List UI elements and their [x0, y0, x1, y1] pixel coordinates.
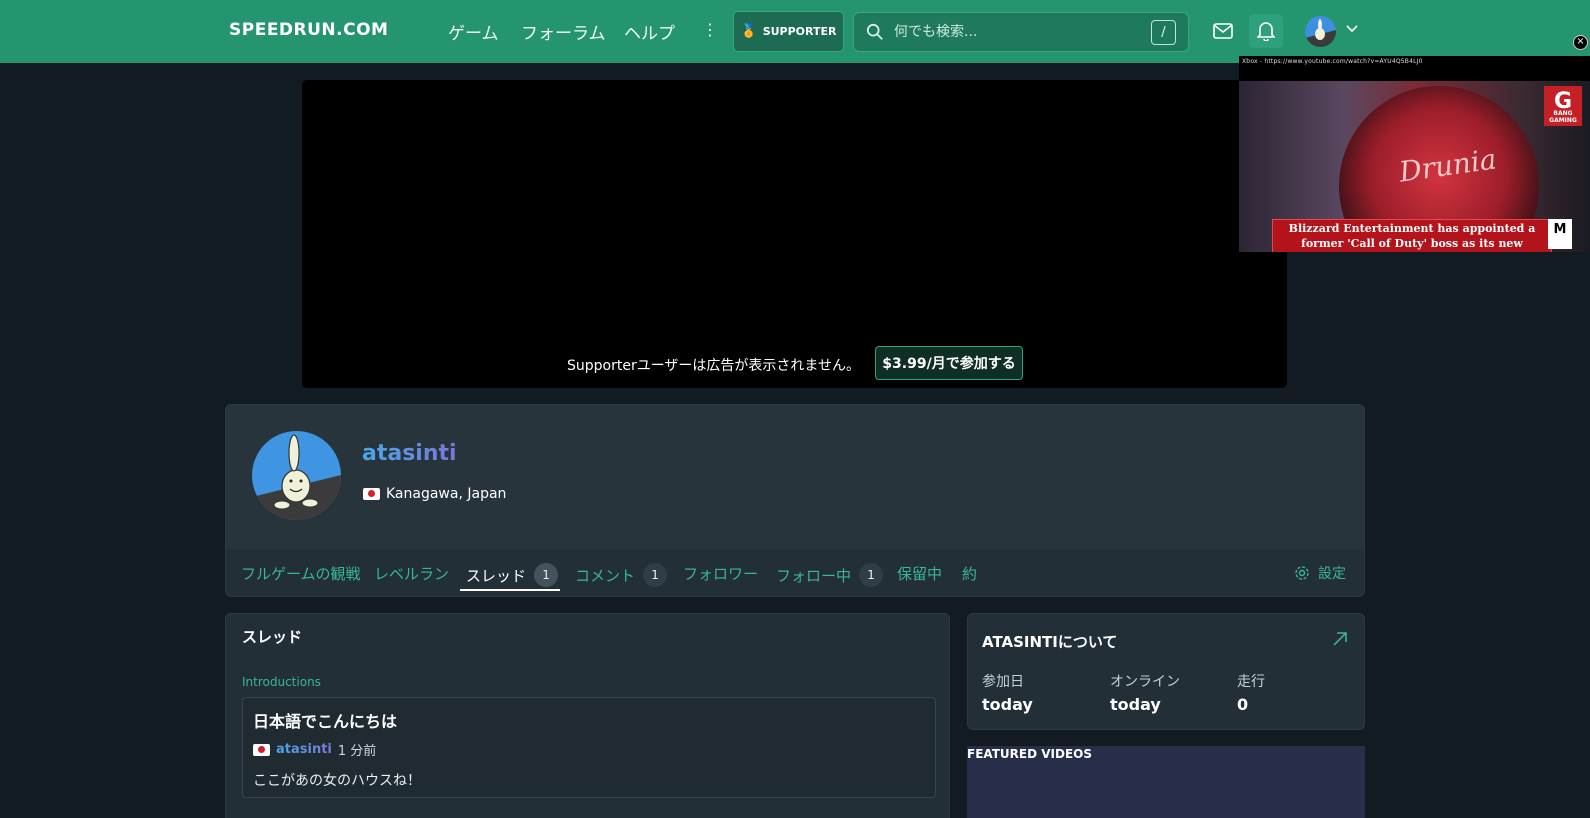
search-input[interactable]	[894, 19, 1134, 45]
profile-card: atasinti Kanagawa, Japan フルゲームの観戦 レベルラン …	[225, 404, 1365, 597]
mail-icon[interactable]	[1206, 14, 1240, 48]
notifications-bell-icon[interactable]	[1249, 14, 1283, 48]
supporter-button[interactable]: 🏅 SUPPORTER	[733, 11, 844, 52]
settings-link[interactable]: 設定	[1294, 563, 1346, 583]
search-bar[interactable]: /	[853, 12, 1189, 52]
featured-videos-panel: FEATURED VIDEOS	[967, 746, 1365, 818]
supporter-label: SUPPORTER	[762, 25, 837, 38]
video-frame: Drunia G BANG GAMING Blizzard Entertainm…	[1239, 81, 1590, 252]
active-tab-indicator	[460, 589, 560, 591]
profile-header: atasinti Kanagawa, Japan	[226, 405, 1364, 549]
thread-excerpt: ここがあの女のハウスね！	[253, 773, 421, 789]
tab-followers[interactable]: フォロワー	[683, 563, 758, 584]
close-video-icon[interactable]: ×	[1573, 35, 1588, 50]
site-logo[interactable]: SPEEDRUN.COM	[229, 20, 388, 40]
tab-count-badge: 1	[643, 563, 668, 587]
settings-label: 設定	[1318, 566, 1346, 582]
stat-runs: 走行 0	[1237, 671, 1265, 714]
tab-label: スレッド	[466, 566, 527, 585]
forum-link[interactable]: Introductions	[242, 675, 321, 689]
stat-label: 参加日	[982, 674, 1024, 690]
external-link-icon[interactable]	[1331, 630, 1349, 648]
video-url-caption: Xbox - https://www.youtube.com/watch?v=A…	[1242, 58, 1423, 65]
profile-location: Kanagawa, Japan	[363, 486, 506, 502]
nav-help[interactable]: ヘルプ	[624, 19, 675, 44]
tab-label: 保留中	[897, 565, 943, 583]
threads-card: スレッド Introductions 日本語でこんにちは atasinti 1 …	[225, 613, 950, 818]
tab-label: フォロー中	[776, 566, 852, 585]
thread-title[interactable]: 日本語でこんにちは	[253, 708, 397, 732]
tab-label: フルゲームの観戦	[241, 565, 361, 583]
tab-threads[interactable]: スレッド 1	[466, 563, 559, 587]
medal-icon: 🏅	[740, 24, 757, 39]
tab-label: 約	[962, 565, 978, 583]
stat-label: 走行	[1237, 674, 1265, 690]
ad-message: Supporterユーザーは広告が表示されません。	[567, 358, 861, 374]
tab-comments[interactable]: コメント 1	[575, 563, 668, 587]
gear-icon	[1295, 566, 1309, 580]
stat-value: today	[1110, 695, 1161, 714]
threads-heading: スレッド	[242, 628, 303, 646]
tab-level-runs[interactable]: レベルラン	[374, 563, 449, 584]
tab-count-badge: 1	[534, 563, 559, 587]
ad-banner	[302, 80, 1287, 388]
thread-author[interactable]: atasinti	[276, 742, 332, 757]
japan-flag-icon	[363, 488, 380, 500]
chevron-down-icon[interactable]	[1345, 24, 1359, 34]
tab-label: コメント	[575, 566, 636, 585]
tab-full-game[interactable]: フルゲームの観戦	[241, 563, 361, 584]
profile-tabs: フルゲームの観戦 レベルラン スレッド 1 コメント 1 フォロワー フォロー中 1 …	[226, 549, 1364, 597]
video-headline: Blizzard Entertainment has appointed a f…	[1272, 219, 1552, 252]
tab-count-badge: 1	[859, 563, 884, 587]
channel-logo: G BANG GAMING	[1544, 86, 1582, 126]
esrb-rating: M	[1548, 219, 1572, 249]
stat-value: 0	[1237, 695, 1249, 714]
about-card: ATASINTIについて 参加日 today オンライン today 走行 0	[967, 613, 1365, 730]
floating-video-player[interactable]: Xbox - https://www.youtube.com/watch?v=A…	[1239, 56, 1590, 252]
nav-forum[interactable]: フォーラム	[521, 19, 606, 44]
top-navigation-bar: SPEEDRUN.COM ゲーム フォーラム ヘルプ ⋮ 🏅 SUPPORTER…	[0, 0, 1590, 63]
search-icon	[866, 23, 883, 40]
thread-meta: atasinti 1 分前	[253, 740, 376, 759]
japan-flag-icon	[253, 743, 270, 756]
channel-logo-sub: BANG GAMING	[1549, 110, 1577, 124]
search-shortcut-key: /	[1151, 20, 1176, 45]
join-supporter-button[interactable]: $3.99/月で参加する	[875, 346, 1023, 380]
tab-following[interactable]: フォロー中 1	[776, 563, 884, 587]
location-text: Kanagawa, Japan	[386, 486, 507, 502]
more-menu-icon[interactable]: ⋮	[702, 20, 718, 39]
featured-videos-heading: FEATURED VIDEOS	[967, 747, 1093, 761]
thread-item[interactable]: 日本語でこんにちは atasinti 1 分前 ここがあの女のハウスね！	[242, 697, 936, 798]
user-avatar[interactable]	[1305, 16, 1336, 47]
profile-username: atasinti	[362, 441, 457, 466]
about-heading: ATASINTIについて	[982, 633, 1118, 651]
nav-games[interactable]: ゲーム	[448, 19, 499, 44]
tab-about[interactable]: 約	[962, 563, 977, 584]
stat-label: オンライン	[1110, 674, 1180, 690]
thread-time: 1 分前	[337, 744, 377, 759]
stat-joined: 参加日 today	[982, 671, 1033, 714]
stat-value: today	[982, 695, 1033, 714]
stat-online: オンライン today	[1110, 671, 1180, 714]
tab-label: フォロワー	[683, 565, 759, 583]
tab-pending[interactable]: 保留中	[897, 563, 942, 584]
profile-avatar	[252, 431, 341, 520]
tab-label: レベルラン	[374, 565, 450, 583]
